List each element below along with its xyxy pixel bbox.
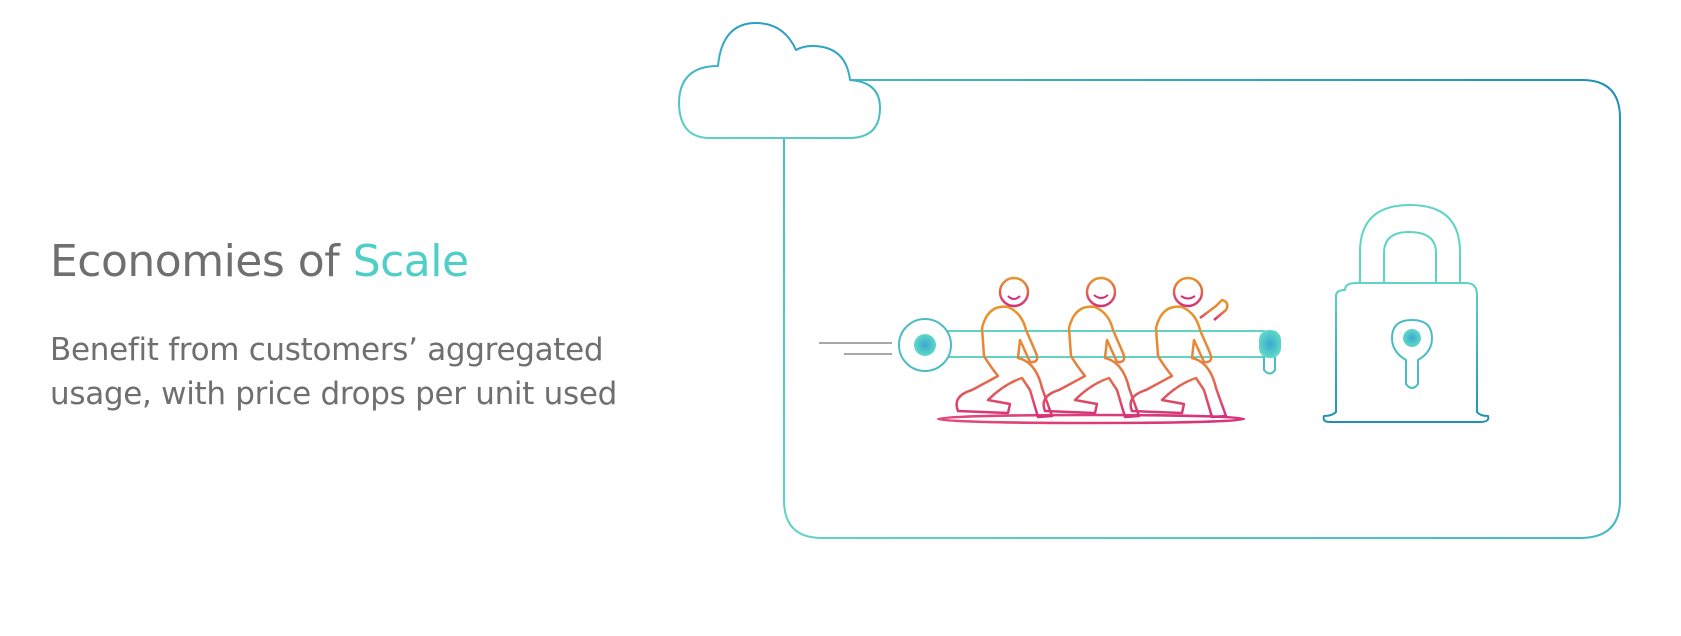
log: [898, 318, 1281, 375]
person: [1129, 276, 1229, 419]
person: [1042, 276, 1141, 419]
frame: [783, 79, 1621, 539]
floor-shadow: [936, 413, 1246, 425]
economies-of-scale-illustration: [678, 22, 1621, 539]
cloud-icon: [678, 22, 881, 139]
person: [955, 276, 1054, 419]
padlock-icon: [1322, 203, 1490, 423]
people-pulling-log-icon: [955, 276, 1229, 419]
